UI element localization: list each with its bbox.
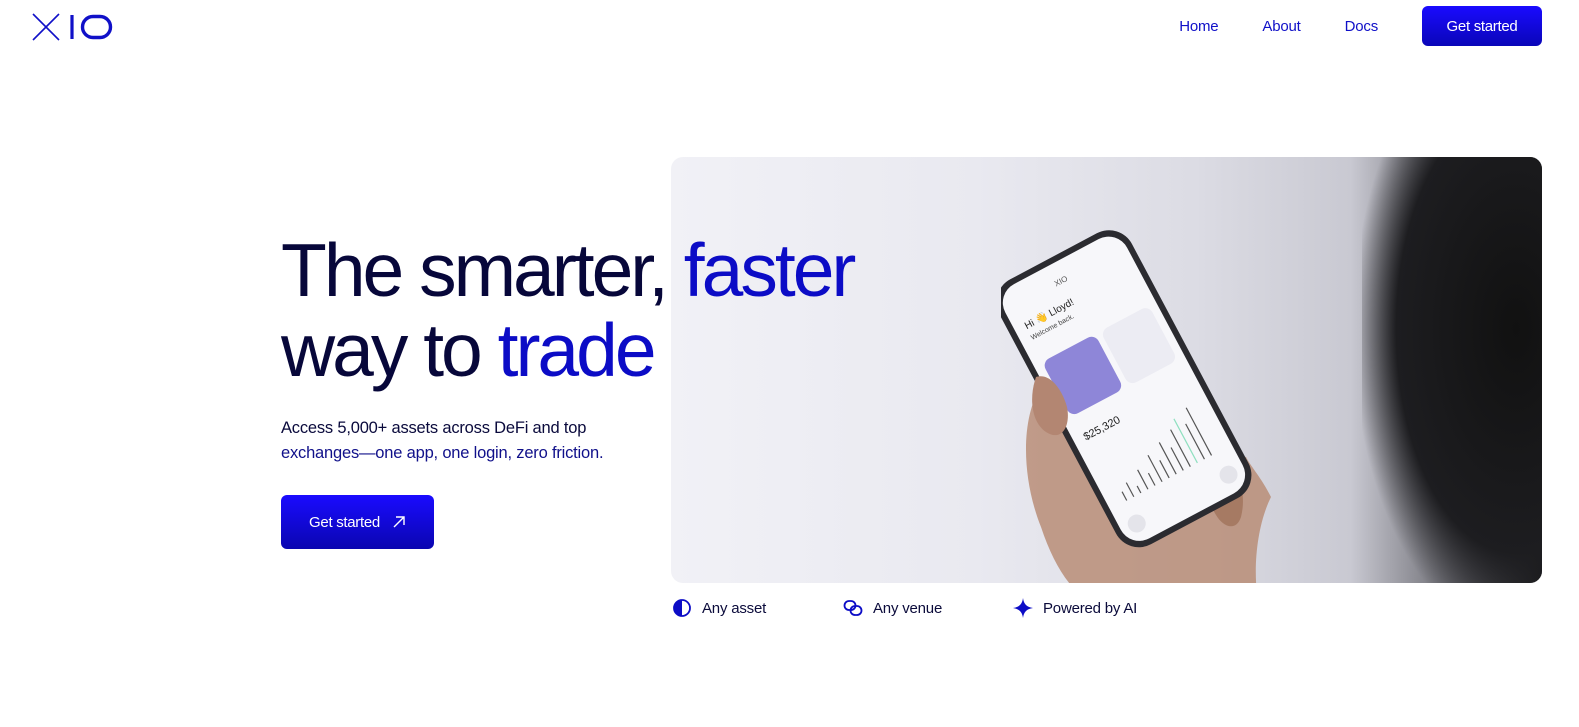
arrow-up-right-icon <box>393 516 405 528</box>
feature-any-asset-label: Any asset <box>702 599 767 617</box>
main-nav: Home About Docs Get started <box>1179 6 1542 46</box>
nav-about-link[interactable]: About <box>1262 18 1300 35</box>
sparkle-icon <box>1013 598 1033 618</box>
hero-title-line2-accent: trade <box>497 308 657 392</box>
feature-list: Any asset Any venue Powered by AI <box>672 598 1137 618</box>
hero-title: The smarter, faster way to trade <box>281 228 857 392</box>
hero-subtitle-line1: Access 5,000+ assets across DeFi and top <box>281 419 587 437</box>
person-shadow <box>1362 157 1542 583</box>
nav-docs-link[interactable]: Docs <box>1345 18 1379 35</box>
hero-title-line1-accent: faster <box>665 228 857 312</box>
hero-title-line2-dark: way to <box>281 308 498 392</box>
header-get-started-button[interactable]: Get started <box>1422 6 1542 46</box>
hero-subtitle-line2: exchanges—one app, one login, zero frict… <box>281 444 604 462</box>
hero-title-line1-dark: The smarter, <box>281 228 669 312</box>
feature-any-venue-label: Any venue <box>873 599 943 617</box>
xio-logo[interactable] <box>32 12 114 42</box>
link-icon <box>843 600 863 616</box>
feature-any-asset: Any asset <box>672 598 843 618</box>
feature-powered-by-ai: Powered by AI <box>1013 598 1137 618</box>
nav-home-link[interactable]: Home <box>1179 18 1218 35</box>
hero-get-started-button[interactable]: Get started <box>281 495 434 549</box>
half-circle-icon <box>673 599 691 617</box>
phone-in-hand-illustration: XIO Hi 👋 Lloyd! Welcome back. $25,320 <box>1001 230 1271 583</box>
hero-subtitle: Access 5,000+ assets across DeFi and top… <box>281 416 661 466</box>
feature-any-venue: Any venue <box>843 598 1013 618</box>
hero-get-started-label: Get started <box>309 513 380 531</box>
feature-powered-by-ai-label: Powered by AI <box>1043 599 1138 617</box>
